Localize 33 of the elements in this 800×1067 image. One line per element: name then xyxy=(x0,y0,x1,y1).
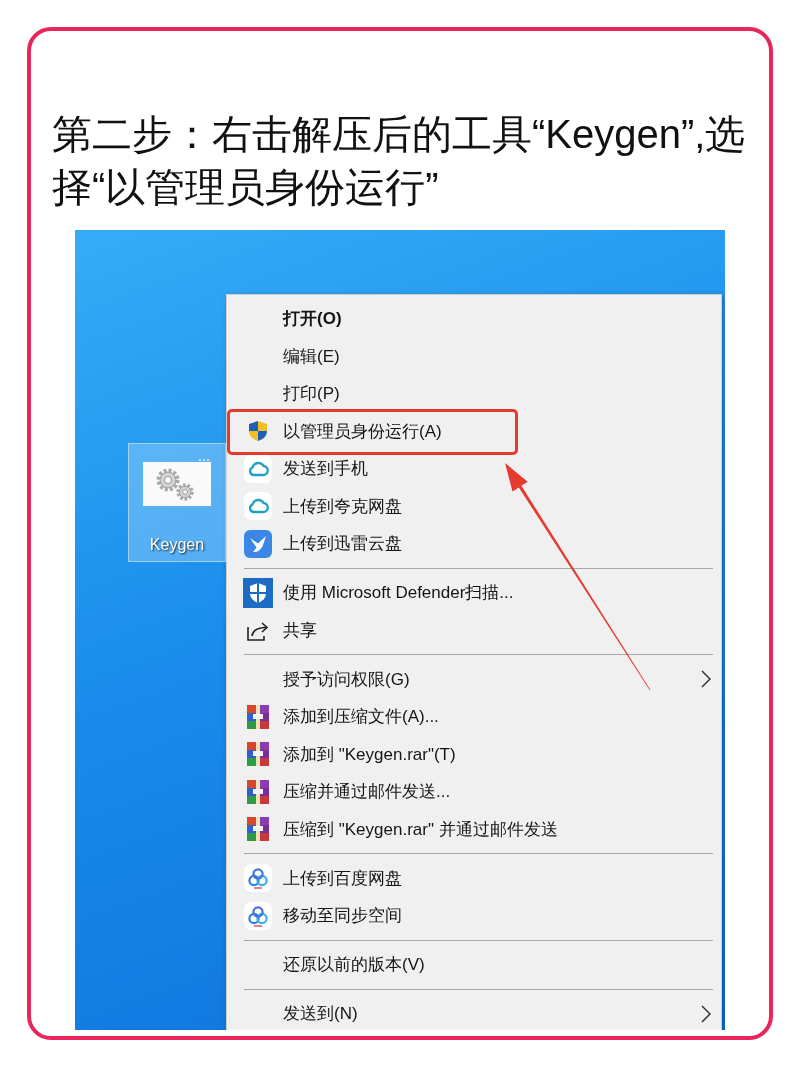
menu-item[interactable]: 发送到手机 xyxy=(227,450,721,488)
cloud-icon xyxy=(244,492,272,521)
menu-item[interactable]: 共享 xyxy=(227,611,721,649)
menu-item[interactable]: 压缩到 "Keygen.rar" 并通过邮件发送 xyxy=(227,810,721,848)
books-icon xyxy=(247,704,269,729)
menu-item[interactable]: 发送到(N) xyxy=(227,995,721,1030)
menu-item[interactable]: 上传到百度网盘 xyxy=(227,859,721,897)
books-icon xyxy=(247,742,269,767)
menu-item[interactable]: 压缩并通过邮件发送... xyxy=(227,773,721,811)
menu-item[interactable]: 编辑(E) xyxy=(227,337,721,375)
menu-item[interactable]: 使用 Microsoft Defender扫描... xyxy=(227,574,721,612)
bird-icon xyxy=(244,529,272,558)
menu-item[interactable]: 以管理员身份运行(A) xyxy=(227,412,721,450)
cloud-icon xyxy=(244,454,272,483)
menu-item[interactable]: 添加到压缩文件(A)... xyxy=(227,698,721,736)
menu-item[interactable]: 打印(P) xyxy=(227,375,721,413)
step-title: 第二步：右击解压后的工具“Keygen”,选择“以管理员身份运行” xyxy=(52,111,747,211)
shield-icon xyxy=(248,420,268,443)
shortcut-label: Keygen xyxy=(149,536,205,554)
share-icon xyxy=(246,619,270,642)
rings-icon xyxy=(244,864,272,893)
books-icon xyxy=(247,779,269,804)
rings-icon xyxy=(244,901,272,930)
menu-item[interactable]: 上传到夸克网盘 xyxy=(227,487,721,525)
books-icon xyxy=(247,817,269,842)
shield-tile-icon xyxy=(243,577,273,608)
menu-item[interactable]: 授予访问权限(G) xyxy=(227,660,721,698)
gear-window-icon xyxy=(143,459,211,506)
menu-item[interactable]: 移动至同步空间 xyxy=(227,897,721,935)
menu-item[interactable]: 上传到迅雷云盘 xyxy=(227,525,721,563)
menu-item[interactable]: 还原以前的版本(V) xyxy=(227,946,721,984)
menu-item[interactable]: 添加到 "Keygen.rar"(T) xyxy=(227,735,721,773)
menu-item[interactable]: 打开(O) xyxy=(227,300,721,338)
